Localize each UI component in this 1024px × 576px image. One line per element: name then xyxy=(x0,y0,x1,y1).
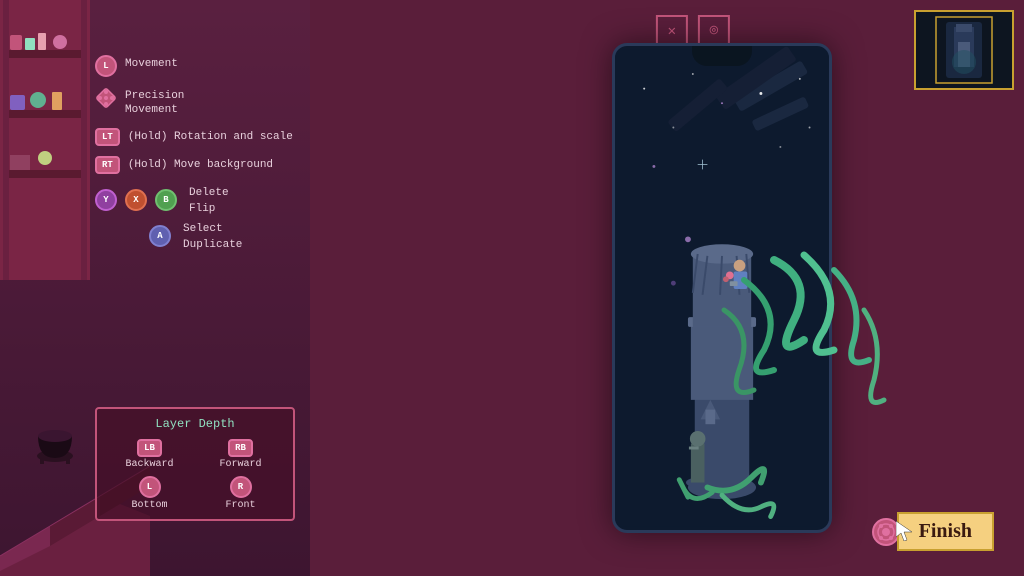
minimap xyxy=(914,10,1014,90)
minimap-inner xyxy=(916,12,1012,88)
rotation-control: LT (Hold) Rotation and scale xyxy=(95,128,305,146)
lb-button: LB xyxy=(137,439,162,457)
minimap-svg xyxy=(916,12,1012,88)
yxb-labels: Delete Flip xyxy=(189,184,229,217)
b-button: B xyxy=(155,189,177,211)
cursor-svg xyxy=(896,521,912,541)
rt-button: RT xyxy=(95,156,120,174)
finish-icon-svg xyxy=(876,522,896,542)
y-button: Y xyxy=(95,189,117,211)
backward-label: Backward xyxy=(125,459,173,470)
r-button: R xyxy=(230,476,252,498)
y-control: Y X B Delete Flip xyxy=(95,184,305,217)
bottom-control: L Bottom xyxy=(107,476,192,511)
controller-icon: ⌾ xyxy=(710,23,718,40)
action-buttons-group: Y X B Delete Flip A Select Duplicate xyxy=(95,184,305,253)
rotation-label: (Hold) Rotation and scale xyxy=(128,128,293,144)
room-shelf xyxy=(0,0,90,280)
cauldron xyxy=(30,416,80,466)
layer-depth-grid: LB Backward RB Forward L Bottom R Front xyxy=(107,439,283,511)
lt-button: LT xyxy=(95,128,120,146)
forward-control: RB Forward xyxy=(198,439,283,470)
close-icon: ✕ xyxy=(668,23,676,40)
backward-control: LB Backward xyxy=(107,439,192,470)
rb-button: RB xyxy=(228,439,253,457)
precision-control: PrecisionMovement xyxy=(95,87,305,118)
layer-depth-box: Layer Depth LB Backward RB Forward L Bot… xyxy=(95,407,295,521)
front-control: R Front xyxy=(198,476,283,511)
controls-panel: L Movement PrecisionMovement LT (Hold) R… xyxy=(0,0,310,576)
movement-label: Movement xyxy=(125,55,178,71)
movebg-control: RT (Hold) Move background xyxy=(95,156,305,174)
diamond-button xyxy=(95,87,117,109)
canvas-area: ✕ ⌾ xyxy=(310,0,1024,576)
a-control: A Select Duplicate xyxy=(147,220,305,253)
l-depth-button: L xyxy=(139,476,161,498)
movebg-label: (Hold) Move background xyxy=(128,156,273,172)
canvas-notch xyxy=(692,46,752,66)
x-button: X xyxy=(125,189,147,211)
l-button: L xyxy=(95,55,117,77)
controls-list: L Movement PrecisionMovement LT (Hold) R… xyxy=(95,55,305,253)
movement-control: L Movement xyxy=(95,55,305,77)
a-labels: Select Duplicate xyxy=(183,220,242,253)
precision-label: PrecisionMovement xyxy=(125,87,184,118)
tentacles-svg xyxy=(714,250,894,470)
tentacles-decoration xyxy=(714,250,894,450)
front-label: Front xyxy=(225,500,255,511)
finish-button-group[interactable]: Finish xyxy=(872,512,994,551)
cursor xyxy=(896,521,912,546)
layer-depth-title: Layer Depth xyxy=(107,417,283,431)
forward-label: Forward xyxy=(219,459,261,470)
a-button: A xyxy=(149,225,171,247)
bottom-label: Bottom xyxy=(131,500,167,511)
